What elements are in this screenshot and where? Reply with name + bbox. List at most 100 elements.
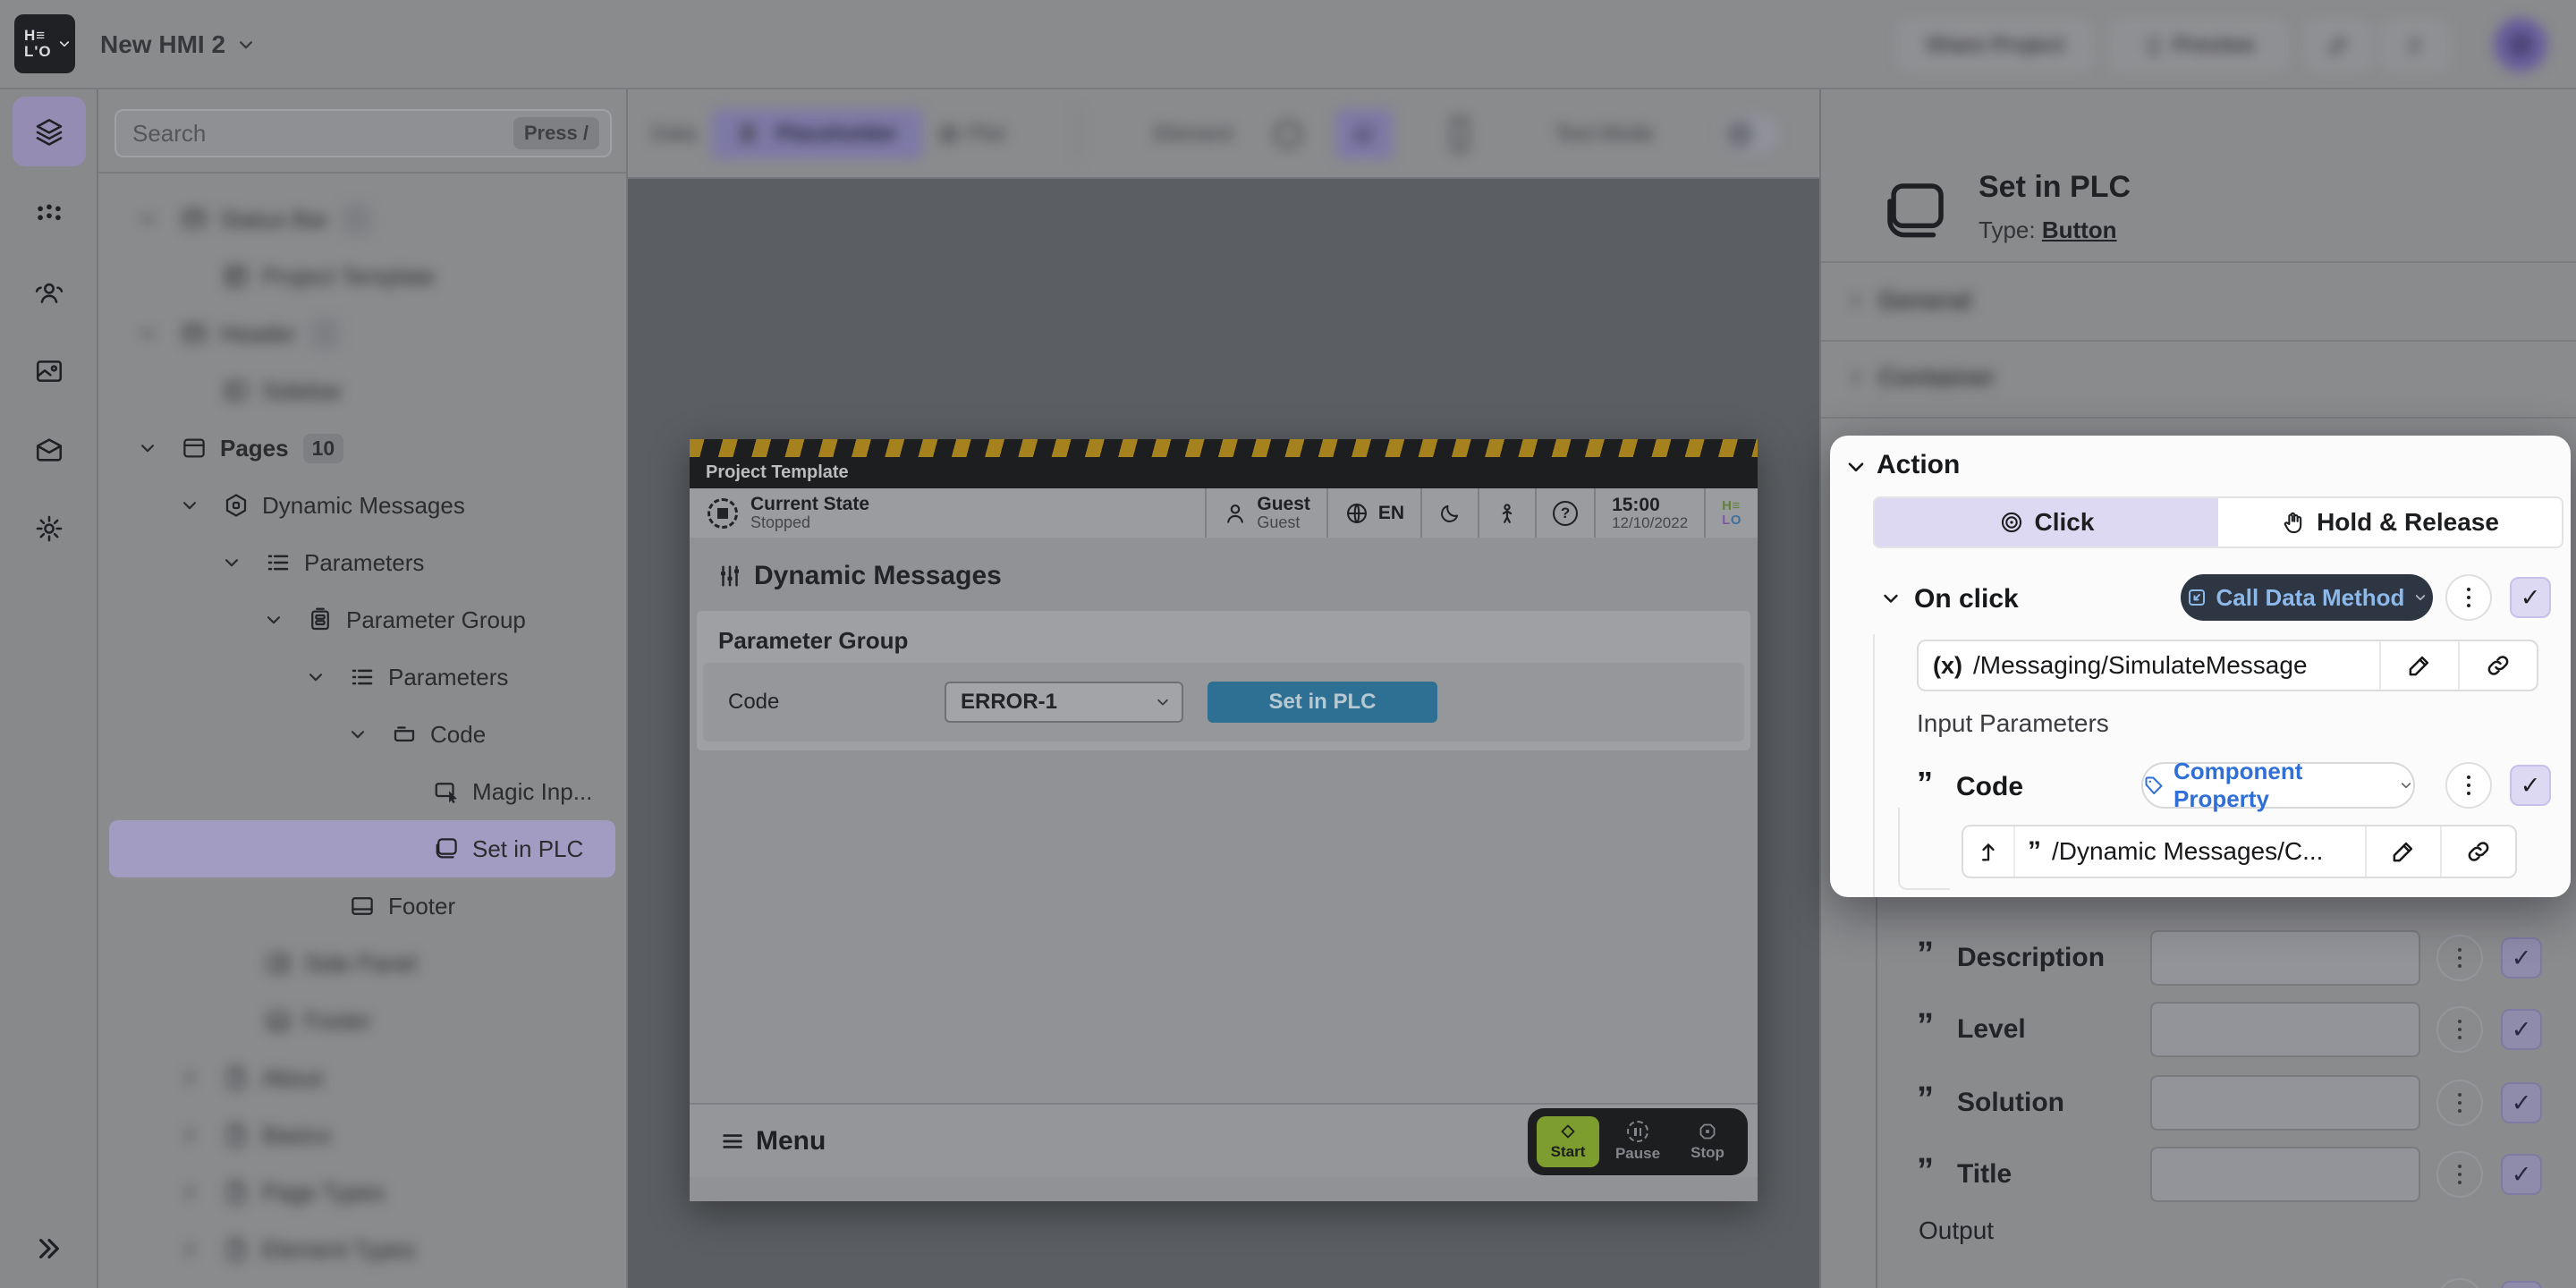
param-input[interactable] [2150, 1002, 2420, 1057]
user-cell[interactable]: Guest Guest [1205, 488, 1326, 538]
redo-icon-button[interactable] [2383, 21, 2447, 70]
element-box-button[interactable] [1335, 109, 1393, 159]
tree-item-code[interactable]: Code [109, 706, 615, 763]
code-dropdown[interactable]: ERROR-1 [945, 682, 1183, 723]
edit-button[interactable] [2365, 826, 2440, 877]
edit-button[interactable] [2379, 641, 2458, 690]
param-input[interactable] [2150, 930, 2420, 986]
tree-item-parameters[interactable]: Parameters [109, 534, 615, 591]
rail-item-mail[interactable] [13, 415, 86, 485]
chevron-down-icon[interactable] [222, 553, 242, 572]
chevron-down-icon[interactable] [1844, 455, 1868, 479]
component-property-dropdown[interactable]: Component Property [2141, 762, 2415, 809]
tree-item-footer[interactable]: Footer [109, 877, 615, 935]
pause-button[interactable]: Pause [1606, 1116, 1669, 1167]
share-project-button[interactable]: Share Project [1899, 21, 2091, 70]
target-icon [1999, 510, 2024, 535]
kebab-menu-icon[interactable] [2436, 1151, 2483, 1198]
chevron-down-icon[interactable] [138, 438, 157, 458]
tree-item-status-bar[interactable]: Status Bar [109, 191, 615, 248]
kebab-menu-icon[interactable] [2436, 1278, 2483, 1288]
tree-item-footer[interactable]: Footer [109, 992, 615, 1049]
tree-item-header[interactable]: Header [109, 305, 615, 362]
tree-item-magic-inp[interactable]: Magic Inp... [109, 763, 615, 820]
search-input[interactable]: Search Press / [114, 109, 612, 157]
param-input[interactable] [2150, 1075, 2420, 1131]
section-container[interactable]: Container [1821, 350, 2576, 405]
enabled-checkbox[interactable]: ✓ [2501, 937, 2542, 979]
param-input[interactable] [2150, 1147, 2420, 1202]
enabled-checkbox[interactable]: ✓ [2501, 1154, 2542, 1195]
enabled-checkbox[interactable]: ✓ [2501, 1281, 2542, 1288]
tree-item-about[interactable]: About [109, 1049, 615, 1106]
text-mode-toggle[interactable] [1722, 115, 1779, 153]
enabled-checkbox[interactable]: ✓ [2501, 1009, 2542, 1050]
tab-click[interactable]: Click [1875, 498, 2218, 547]
element-circle-icon[interactable] [1275, 121, 1301, 148]
type-link[interactable]: Button [2042, 216, 2117, 243]
tree-item-parameter-group[interactable]: Parameter Group [109, 591, 615, 648]
tree-item-basics[interactable]: Basics [109, 1106, 615, 1164]
kebab-menu-icon[interactable] [2445, 762, 2492, 809]
tree-item-page-types[interactable]: Page Types [109, 1164, 615, 1221]
rail-item-layers[interactable] [13, 97, 86, 166]
set-in-plc-button[interactable]: Set in PLC [1208, 682, 1437, 723]
function-input[interactable]: (x) /Messaging/SimulateMessage [1919, 641, 2379, 690]
moon-icon [1438, 502, 1462, 525]
chevron-down-icon[interactable] [264, 610, 284, 630]
chevron-down-icon[interactable] [306, 667, 326, 687]
link-button[interactable] [2458, 641, 2537, 690]
chevron-right-icon[interactable] [180, 1068, 199, 1088]
kebab-menu-icon[interactable] [2436, 1006, 2483, 1053]
chevron-down-icon[interactable] [1880, 588, 1902, 609]
start-button[interactable]: Start [1537, 1116, 1599, 1167]
code-value-input[interactable]: ” /Dynamic Messages/C... [2015, 826, 2365, 877]
link-button[interactable] [2440, 826, 2515, 877]
menu-button[interactable]: Menu [690, 1126, 826, 1157]
rail-item-components[interactable] [13, 179, 86, 249]
call-data-method-dropdown[interactable]: Call Data Method [2181, 574, 2433, 621]
help-cell[interactable]: ? [1535, 488, 1594, 538]
tree-item-element-types[interactable]: Element Types [109, 1221, 615, 1278]
user-avatar[interactable] [2494, 18, 2547, 72]
chevron-right-icon[interactable] [180, 1182, 199, 1202]
chevron-right-icon[interactable] [180, 1240, 199, 1259]
element-slim-icon[interactable] [1452, 116, 1468, 152]
dark-mode-cell[interactable] [1420, 488, 1478, 538]
chevron-down-icon[interactable] [348, 724, 368, 744]
promote-button[interactable] [1963, 826, 2015, 877]
tree-item-set-in-plc[interactable]: Set in PLC [109, 820, 615, 877]
tree-item-sidebar[interactable]: Sidebar [109, 362, 615, 419]
placeholder-data-button[interactable]: Placeholder [711, 109, 923, 159]
plot-button[interactable]: Plot [937, 89, 1004, 179]
enabled-checkbox[interactable]: ✓ [2510, 765, 2551, 806]
expand-rail-button[interactable] [13, 1217, 86, 1280]
kebab-menu-icon[interactable] [2445, 574, 2492, 621]
enabled-checkbox[interactable]: ✓ [2501, 1082, 2542, 1123]
button-element-icon [1878, 175, 1952, 249]
section-general[interactable]: General [1821, 273, 2576, 328]
preview-button[interactable]: Preview [2111, 21, 2286, 70]
rail-item-assets[interactable] [13, 336, 86, 406]
language-cell[interactable]: EN [1326, 488, 1420, 538]
chevron-down-icon[interactable] [180, 496, 199, 515]
tree-item-dynamic-messages[interactable]: Dynamic Messages [109, 477, 615, 534]
chevron-down-icon[interactable] [138, 209, 157, 229]
canvas-viewport[interactable]: Project Template Current State Stopped G… [628, 179, 1819, 1288]
kebab-menu-icon[interactable] [2436, 1080, 2483, 1126]
chevron-down-icon[interactable] [138, 324, 157, 343]
tab-hold-and-release[interactable]: Hold & Release [2218, 498, 2562, 547]
tree-item-pages[interactable]: Pages10 [109, 419, 615, 477]
tree-item-side-panel[interactable]: Side Panel [109, 935, 615, 992]
undo-icon-button[interactable] [2306, 21, 2370, 70]
chevron-right-icon[interactable] [180, 1125, 199, 1145]
tree-item-project-template[interactable]: Project Template [109, 248, 615, 305]
rail-item-users[interactable] [13, 258, 86, 327]
enabled-checkbox[interactable]: ✓ [2510, 577, 2551, 618]
pencil-icon [2406, 652, 2433, 679]
kebab-menu-icon[interactable] [2436, 935, 2483, 981]
rail-item-settings[interactable] [13, 494, 86, 564]
stop-button[interactable]: Stop [1676, 1116, 1739, 1167]
accessibility-cell[interactable] [1478, 488, 1535, 538]
tree-item-parameters[interactable]: Parameters [109, 648, 615, 706]
